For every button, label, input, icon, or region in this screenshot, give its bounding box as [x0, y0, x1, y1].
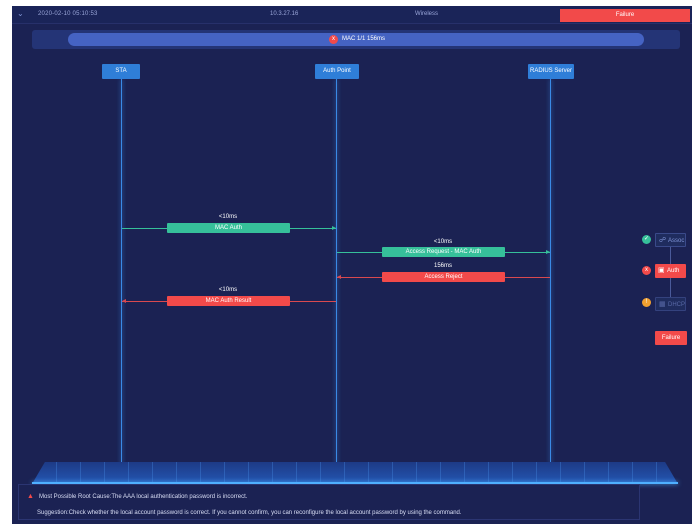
- stage-label: Auth: [667, 268, 680, 274]
- warning-icon: ▲: [27, 493, 34, 500]
- ip-address: 10.3.27.16: [270, 11, 299, 17]
- actor-sta: STA: [102, 64, 140, 79]
- suggestion-text: Suggestion:Check whether the local accou…: [37, 510, 462, 516]
- lifeline-auth-point: [336, 79, 337, 464]
- stage-label: DHCP: [668, 302, 686, 308]
- lock-icon: ▣: [658, 267, 665, 274]
- actor-auth-point: Auth Point: [315, 64, 359, 79]
- timestamp: 2020-02-10 05:10:53: [38, 11, 98, 17]
- arrow-head-icon: [337, 275, 341, 279]
- actor-radius-server: RADIUS Server: [528, 64, 574, 79]
- stage-result-badge: Failure: [655, 331, 687, 345]
- latency-label: <10ms: [218, 214, 238, 220]
- arrow-head-icon: [332, 226, 336, 230]
- lifeline-sta: [121, 79, 122, 464]
- arrow-head-icon: [546, 250, 550, 254]
- warning-circle-icon: !: [642, 298, 651, 307]
- network-type: Wireless: [415, 11, 439, 17]
- stage-auth[interactable]: ▣ Auth: [655, 264, 686, 278]
- latency-label: <10ms: [218, 287, 238, 293]
- stage-assoc[interactable]: ☍ Assoc: [655, 233, 686, 247]
- chevron-down-icon[interactable]: ⌄: [17, 9, 24, 18]
- latency-label: 156ms: [433, 263, 452, 269]
- network-icon: ▦: [659, 301, 666, 308]
- diagnosis-panel: ⌄ 2020-02-10 05:10:53 10.3.27.16 Wireles…: [12, 6, 692, 524]
- summary-text: MAC 1/1 156ms: [342, 36, 386, 42]
- header-bar: ⌄ 2020-02-10 05:10:53 10.3.27.16 Wireles…: [12, 6, 692, 24]
- latency-label: <10ms: [433, 239, 453, 245]
- stage-dhcp[interactable]: ▦ DHCP: [655, 297, 686, 311]
- floor-grid: [32, 462, 678, 484]
- status-badge: Failure: [560, 9, 690, 22]
- root-cause-text: Most Possible Root Cause:The AAA local a…: [39, 494, 248, 500]
- arrow-head-icon: [122, 299, 126, 303]
- stage-connector: [670, 278, 671, 299]
- summary-pill[interactable]: x MAC 1/1 156ms: [68, 33, 644, 46]
- error-icon: x: [642, 266, 651, 275]
- link-icon: ☍: [659, 237, 667, 244]
- message-mac-auth[interactable]: MAC Auth: [167, 223, 290, 233]
- check-icon: ✓: [642, 235, 651, 244]
- stage-label: Assoc: [668, 238, 685, 244]
- message-access-reject[interactable]: Access Reject: [382, 272, 505, 282]
- lifeline-radius-server: [550, 79, 551, 464]
- root-cause-panel: ▲ Most Possible Root Cause:The AAA local…: [18, 484, 640, 520]
- message-access-request[interactable]: Access Request - MAC Auth: [382, 247, 505, 257]
- summary-strip: x MAC 1/1 156ms: [32, 30, 680, 49]
- message-mac-auth-result[interactable]: MAC Auth Result: [167, 296, 290, 306]
- failure-icon: x: [329, 35, 338, 44]
